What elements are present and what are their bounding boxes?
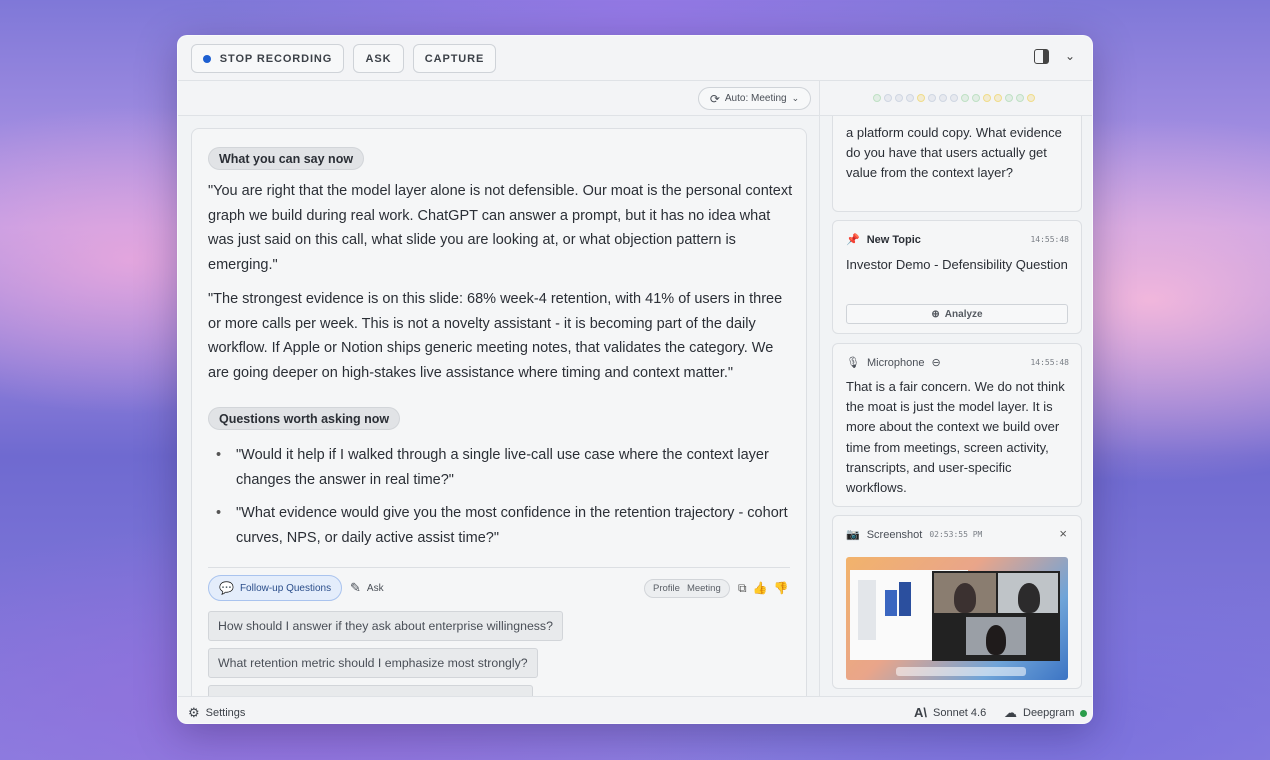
pin-icon: 📌 xyxy=(846,234,860,246)
main-pane: What you can say now "You are right that… xyxy=(178,116,819,696)
video-call-window xyxy=(932,571,1060,661)
topic-card: 📌 New Topic 14:55:48 Investor Demo - Def… xyxy=(832,220,1082,334)
connection-status-dot xyxy=(1080,709,1088,717)
status-dot xyxy=(895,94,903,102)
status-dot xyxy=(1016,94,1024,102)
model-label: Sonnet 4.6 xyxy=(933,706,987,719)
status-dot xyxy=(1027,94,1035,102)
status-dots xyxy=(873,94,1035,102)
recording-dot-icon xyxy=(202,54,211,63)
mode-selector[interactable]: ⟳ Auto: Meeting ⌄ xyxy=(698,87,811,110)
response-actions: ⧉ 👍 👎 xyxy=(738,581,788,596)
app-window: STOP RECORDING ASK CAPTURE ⌄ ⟳ Auto: Mee… xyxy=(177,35,1093,724)
microphone-icon: 🎙 xyxy=(846,357,860,369)
topic-text: Investor Demo - Defensibility Question xyxy=(846,257,1068,272)
refresh-icon: ⟳ xyxy=(709,91,720,106)
check-circle-icon: ⊖ xyxy=(931,357,941,369)
list-item: "Would it help if I walked through a sin… xyxy=(208,443,794,492)
suggestion-chip[interactable]: How should I answer if they ask about en… xyxy=(208,611,563,641)
ask-followup-label: Ask xyxy=(366,582,384,594)
model-indicator[interactable]: A\ Sonnet 4.6 xyxy=(914,705,986,720)
topic-header-label: New Topic xyxy=(866,233,921,246)
status-dot xyxy=(983,94,991,102)
status-dot xyxy=(972,94,980,102)
ask-followup-button[interactable]: ✎ Ask xyxy=(350,575,384,601)
ask-button[interactable]: ASK xyxy=(353,44,404,73)
stop-recording-label: STOP RECORDING xyxy=(219,52,333,65)
toolbar: STOP RECORDING ASK CAPTURE ⌄ xyxy=(178,36,1092,81)
settings-button[interactable]: ⚙ Settings xyxy=(188,705,245,721)
profile-badge[interactable]: Profile Meeting xyxy=(644,579,730,598)
toggle-panel-icon[interactable] xyxy=(1034,49,1049,64)
status-bar: ⚙ Settings A\ Sonnet 4.6 ☁ Deepgram xyxy=(178,696,1092,723)
thumbs-down-icon[interactable]: 👎 xyxy=(774,581,789,596)
section-title: Questions worth asking now xyxy=(208,407,401,430)
thumbs-up-icon[interactable]: 👍 xyxy=(753,581,768,596)
topic-header: 📌 New Topic xyxy=(846,233,921,247)
stop-recording-button[interactable]: STOP RECORDING xyxy=(191,44,344,73)
capture-button[interactable]: CAPTURE xyxy=(413,44,496,73)
profile-value: Meeting xyxy=(686,583,721,594)
close-icon[interactable]: × xyxy=(1059,526,1067,541)
follow-up-questions-button[interactable]: 💬 Follow-up Questions xyxy=(208,575,343,601)
mode-label: Auto: Meeting xyxy=(724,93,787,104)
timestamp: 14:55:48 xyxy=(1030,358,1069,367)
response-paragraph: "You are right that the model layer alon… xyxy=(208,183,793,273)
chevron-down-icon[interactable]: ⌄ xyxy=(1065,49,1075,63)
screenshot-header-label: Screenshot xyxy=(866,528,923,541)
copy-icon[interactable]: ⧉ xyxy=(738,581,747,596)
section-title: What you can say now xyxy=(208,147,365,170)
status-dot xyxy=(950,94,958,102)
status-dot xyxy=(906,94,914,102)
chevron-down-icon: ⌄ xyxy=(791,93,800,103)
screenshot-card: 📷 Screenshot 02:53:55 PM × xyxy=(832,515,1082,689)
list-item: "What evidence would give you the most c… xyxy=(208,501,794,550)
microphone-text: That is a fair concern. We do not think … xyxy=(846,379,1065,496)
analyze-button[interactable]: ⊕ Analyze xyxy=(846,304,1068,324)
side-pane: a platform could copy. What evidence do … xyxy=(820,116,1092,696)
status-dot xyxy=(961,94,969,102)
profile-label: Profile xyxy=(653,583,680,594)
microphone-header: 🎙 Microphone ⊖ xyxy=(846,356,941,370)
status-dot xyxy=(873,94,881,102)
status-dot xyxy=(884,94,892,102)
camera-icon: 📷 xyxy=(846,529,860,541)
transcript-card: a platform could copy. What evidence do … xyxy=(832,116,1082,212)
gear-icon: ⚙ xyxy=(188,705,200,720)
analyze-icon: ⊕ xyxy=(931,308,940,320)
chat-bubbles-icon: 💬 xyxy=(219,581,234,595)
follow-up-label: Follow-up Questions xyxy=(239,582,332,594)
status-dot xyxy=(939,94,947,102)
capture-label: CAPTURE xyxy=(424,52,485,65)
timestamp: 14:55:48 xyxy=(1030,235,1069,244)
response-paragraph: "The strongest evidence is on this slide… xyxy=(208,291,783,381)
transcript-text: a platform could copy. What evidence do … xyxy=(846,125,1062,181)
response-card: What you can say now "You are right that… xyxy=(191,128,807,696)
status-dot xyxy=(1005,94,1013,102)
analyze-label: Analyze xyxy=(944,308,983,320)
microphone-header-label: Microphone xyxy=(866,356,925,369)
suggestion-chip[interactable]: What retention metric should I emphasize… xyxy=(208,648,538,678)
cloud-icon: ☁ xyxy=(1004,705,1017,720)
anthropic-logo-icon: A\ xyxy=(914,705,927,720)
screenshot-thumbnail[interactable] xyxy=(846,557,1068,680)
status-dot xyxy=(917,94,925,102)
status-dot xyxy=(994,94,1002,102)
ask-label: ASK xyxy=(365,52,392,65)
microphone-card: 🎙 Microphone ⊖ 14:55:48 That is a fair c… xyxy=(832,343,1082,507)
settings-label: Settings xyxy=(205,707,246,719)
transcriber-label: Deepgram xyxy=(1023,707,1075,719)
pencil-icon: ✎ xyxy=(350,580,361,595)
suggestion-chip[interactable] xyxy=(208,685,533,696)
timestamp: 02:53:55 PM xyxy=(929,530,983,539)
status-dot xyxy=(928,94,936,102)
transcriber-indicator[interactable]: ☁ Deepgram xyxy=(1004,705,1088,721)
separator xyxy=(208,567,790,568)
screenshot-header: 📷 Screenshot 02:53:55 PM xyxy=(846,528,983,542)
